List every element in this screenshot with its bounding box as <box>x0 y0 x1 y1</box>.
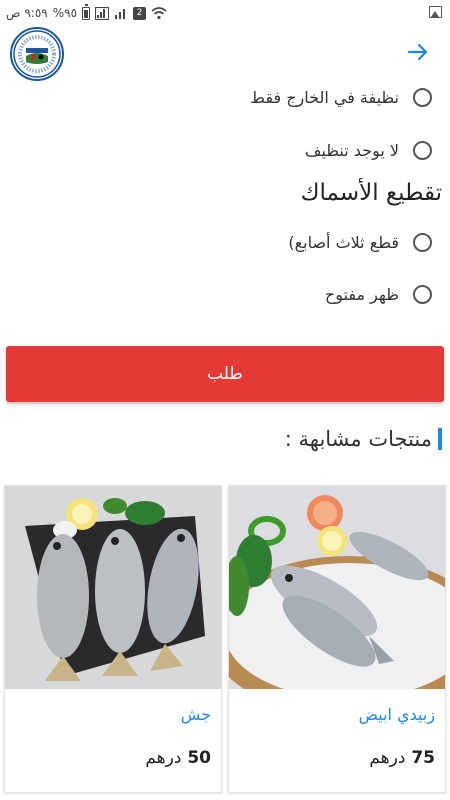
similar-products-title: منتجات مشابهة : <box>284 427 432 451</box>
option-label: ظهر مفتوح <box>324 284 399 304</box>
cleaning-option-outside-only[interactable]: نظيفة في الخارج فقط <box>250 82 432 112</box>
cutting-option-open-back[interactable]: ظهر مفتوح <box>325 279 432 309</box>
product-name[interactable]: جش <box>181 705 211 724</box>
similar-products-header: منتجات مشابهة : <box>285 424 442 454</box>
product-name[interactable]: زبيدي ابيض <box>359 705 435 724</box>
status-bar: ٩:٥٩ ص %٩٥ 2 <box>0 0 450 26</box>
cutting-section-title: تقطيع الأسماك <box>300 180 442 206</box>
accent-bar <box>438 428 442 450</box>
wifi-icon <box>151 6 167 19</box>
product-price: 50 درهم <box>145 748 211 768</box>
battery-icon <box>82 3 91 20</box>
sim-badge: 2 <box>133 6 147 20</box>
price-value: 75 <box>411 748 435 768</box>
cleaning-option-none[interactable]: لا يوجد تنظيف <box>305 135 432 165</box>
radio-button[interactable] <box>413 232 432 252</box>
option-label: نظيفة في الخارج فقط <box>250 87 399 107</box>
arrow-right-icon[interactable] <box>406 40 430 64</box>
cutting-option-three-fingers[interactable]: قطع ثلاث أصابع) <box>288 227 432 257</box>
status-time: ٩:٥٩ ص <box>6 6 48 20</box>
status-indicators: ٩:٥٩ ص %٩٥ 2 <box>6 3 167 22</box>
product-image[interactable] <box>5 486 221 689</box>
product-image[interactable] <box>229 486 445 689</box>
signal-icon <box>95 6 110 20</box>
order-button[interactable]: طلب <box>6 346 444 402</box>
option-label: قطع ثلاث أصابع) <box>288 232 399 252</box>
price-currency: درهم <box>369 748 406 768</box>
organization-seal-logo <box>10 27 64 81</box>
cell-signal-icon <box>115 8 126 19</box>
product-card[interactable]: جش 50 درهم <box>4 485 222 793</box>
product-card[interactable]: زبيدي ابيض 75 درهم <box>228 485 446 793</box>
option-label: لا يوجد تنظيف <box>304 140 399 160</box>
product-price: 75 درهم <box>369 748 435 768</box>
radio-button[interactable] <box>413 140 432 160</box>
battery-percent: %٩٥ <box>52 6 78 20</box>
radio-button[interactable] <box>413 284 432 304</box>
radio-button[interactable] <box>413 87 432 107</box>
price-currency: درهم <box>145 748 182 768</box>
image-notification-icon <box>429 6 442 18</box>
price-value: 50 <box>187 748 211 768</box>
